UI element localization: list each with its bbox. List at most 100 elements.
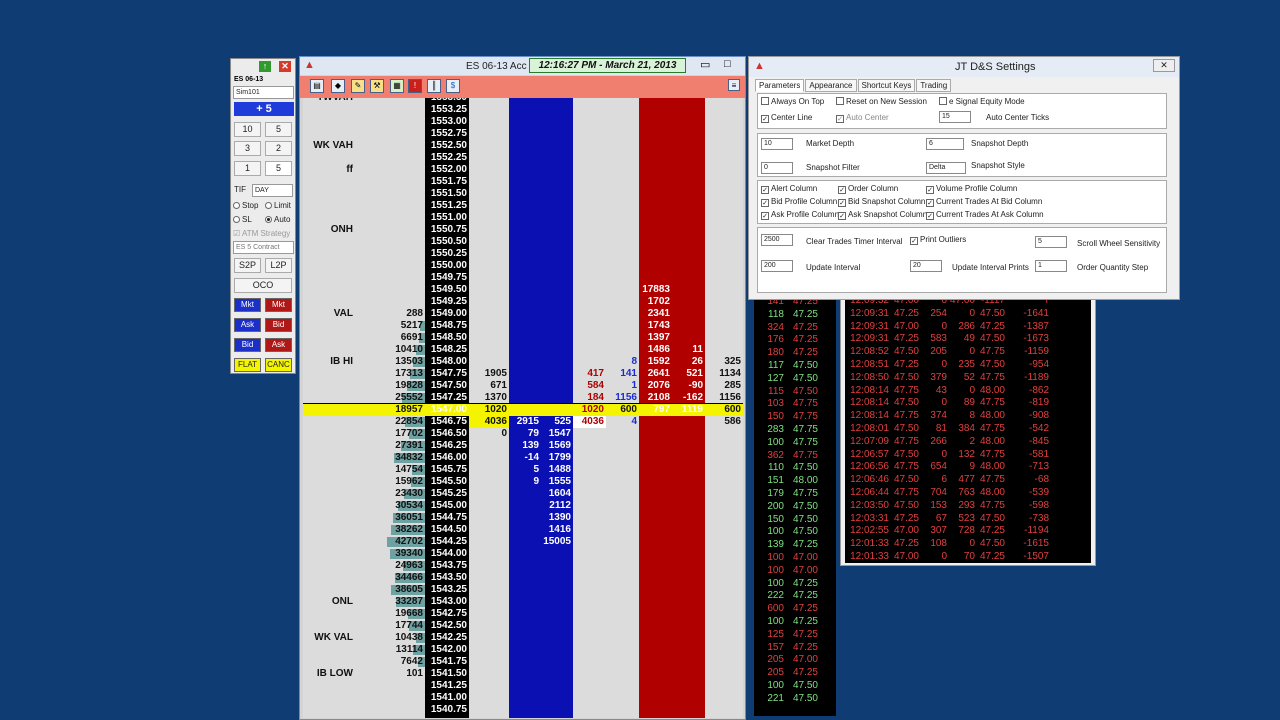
dollar-icon[interactable]: $ bbox=[446, 79, 460, 93]
pin-icon[interactable]: ↑ bbox=[259, 61, 271, 72]
price-cell[interactable]: 1549.25 bbox=[425, 296, 469, 308]
auto-radio[interactable]: Auto bbox=[265, 215, 290, 224]
esignal-checkbox[interactable]: e Signal Equity Mode bbox=[939, 97, 1025, 106]
ladder-row[interactable]: 36051 1544.75 1390 bbox=[303, 512, 743, 524]
auto-center-ticks-input[interactable]: 15 bbox=[939, 111, 971, 123]
price-cell[interactable]: 1542.25 bbox=[425, 632, 469, 644]
close-icon[interactable]: ✕ bbox=[1153, 59, 1175, 72]
price-cell[interactable]: 1545.50 bbox=[425, 476, 469, 488]
bid-cell[interactable]: 1569 bbox=[541, 440, 573, 452]
price-cell[interactable]: 1541.50 bbox=[425, 668, 469, 680]
bid-snapshot-checkbox[interactable]: ✓ Bid Snapshot Column bbox=[838, 197, 925, 207]
scroll-sensitivity-input[interactable]: 5 bbox=[1035, 236, 1067, 248]
buy-market-button[interactable]: Mkt bbox=[234, 298, 261, 312]
clear-timer-input[interactable]: 2500 bbox=[761, 234, 793, 246]
ladder-row[interactable]: 6691 1548.50 1397 bbox=[303, 332, 743, 344]
ladder-row[interactable]: 15962 1545.50 9 1555 bbox=[303, 476, 743, 488]
ladder-row[interactable]: 34832 1546.00 -14 1799 bbox=[303, 452, 743, 464]
ask-cell[interactable]: 1702 bbox=[639, 296, 672, 308]
tab-trading[interactable]: Trading bbox=[916, 79, 952, 92]
ladder-row[interactable]: 13114 1542.00 bbox=[303, 644, 743, 656]
ladder-row[interactable]: ff 1552.00 bbox=[303, 164, 743, 176]
qty-button-1[interactable]: 1 bbox=[234, 161, 261, 176]
price-cell[interactable]: 1543.25 bbox=[425, 584, 469, 596]
order-column-checkbox[interactable]: ✓ Order Column bbox=[838, 184, 898, 194]
limit-radio[interactable]: Limit bbox=[265, 201, 291, 210]
ladder-row[interactable]: 1549.75 bbox=[303, 272, 743, 284]
bid-cell[interactable]: 1488 bbox=[541, 464, 573, 476]
price-cell[interactable]: 1545.00 bbox=[425, 500, 469, 512]
ladder-row[interactable]: 1551.25 bbox=[303, 200, 743, 212]
ladder-row[interactable]: ONL 33287 1543.00 bbox=[303, 596, 743, 608]
price-cell[interactable]: 1552.25 bbox=[425, 152, 469, 164]
ladder-row[interactable]: 18957 1547.00 1020 1020 600 797 1119 600 bbox=[303, 404, 743, 416]
ladder-row[interactable]: 19828 1547.50 671 584 1 2076 -90 285 bbox=[303, 380, 743, 392]
bid-cell[interactable]: 15005 bbox=[541, 536, 573, 548]
price-cell[interactable]: 1546.00 bbox=[425, 452, 469, 464]
print-outliers-checkbox[interactable]: ✓ Print Outliers bbox=[910, 235, 966, 245]
price-cell[interactable]: 1541.75 bbox=[425, 656, 469, 668]
ladder-row[interactable]: 39340 1544.00 bbox=[303, 548, 743, 560]
time-and-sales-right[interactable]: 12:09:32 47.00 0 47.00 -1117 r 12:09:31 47.25 25… bbox=[845, 295, 1091, 563]
snapshot-filter-input[interactable]: 0 bbox=[761, 162, 793, 174]
reset-session-checkbox[interactable]: Reset on New Session bbox=[836, 97, 927, 106]
bid-cell[interactable]: 1416 bbox=[541, 524, 573, 536]
price-cell[interactable]: 1547.50 bbox=[425, 380, 469, 392]
update-prints-input[interactable]: 20 bbox=[910, 260, 942, 272]
ladder-row[interactable]: 1552.75 bbox=[303, 128, 743, 140]
stop-radio[interactable]: Stop bbox=[233, 201, 258, 210]
tif-select[interactable]: DAY bbox=[252, 184, 293, 197]
ladder-row[interactable]: 38605 1543.25 bbox=[303, 584, 743, 596]
chart-icon[interactable]: ▦ bbox=[390, 79, 404, 93]
price-cell[interactable]: 1541.00 bbox=[425, 692, 469, 704]
price-cell[interactable]: 1549.00 bbox=[425, 308, 469, 320]
price-cell[interactable]: 1551.00 bbox=[425, 212, 469, 224]
bid-cell[interactable]: 1555 bbox=[541, 476, 573, 488]
minimize-icon[interactable]: ▭ bbox=[700, 58, 710, 71]
price-cell[interactable]: 1548.50 bbox=[425, 332, 469, 344]
price-cell[interactable]: 1550.00 bbox=[425, 260, 469, 272]
ask-cell[interactable]: 797 bbox=[639, 404, 672, 416]
account-select[interactable]: Sim101 bbox=[233, 86, 294, 99]
ladder-row[interactable]: 1553.00 bbox=[303, 116, 743, 128]
auto-center-checkbox[interactable]: ✓ Auto Center bbox=[836, 113, 889, 123]
snapshot-depth-input[interactable]: 6 bbox=[926, 138, 964, 150]
ladder-row[interactable]: 42702 1544.25 15005 bbox=[303, 536, 743, 548]
price-cell[interactable]: 1546.50 bbox=[425, 428, 469, 440]
ladder-row[interactable]: 38262 1544.50 1416 bbox=[303, 524, 743, 536]
ladder-row[interactable]: 1540.75 bbox=[303, 704, 743, 716]
quantity-input[interactable]: 5 bbox=[265, 161, 292, 176]
update-interval-input[interactable]: 200 bbox=[761, 260, 793, 272]
price-cell[interactable]: 1551.50 bbox=[425, 188, 469, 200]
bid-cell[interactable]: 525 bbox=[541, 416, 573, 428]
edit-icon[interactable]: ✎ bbox=[351, 79, 365, 93]
ladder-row[interactable]: 1551.75 bbox=[303, 176, 743, 188]
ask-cell[interactable]: 2076 bbox=[639, 380, 672, 392]
price-cell[interactable]: 1552.50 bbox=[425, 140, 469, 152]
ladder-row[interactable]: 10410 1548.25 1486 11 bbox=[303, 344, 743, 356]
price-cell[interactable]: 1542.75 bbox=[425, 608, 469, 620]
price-cell[interactable]: 1548.25 bbox=[425, 344, 469, 356]
price-cell[interactable]: 1541.25 bbox=[425, 680, 469, 692]
ladder-row[interactable]: 7642 1541.75 bbox=[303, 656, 743, 668]
time-and-sales-left[interactable]: 141 47.25 118 47.25 324 47.25 176 47.25 180 47.25… bbox=[754, 296, 836, 716]
price-cell[interactable]: 1543.50 bbox=[425, 572, 469, 584]
shield-icon[interactable]: ◆ bbox=[331, 79, 345, 93]
price-ladder[interactable]: TWVAH1553.501553.251553.001552.75WK VAH1… bbox=[303, 98, 743, 718]
maximize-icon[interactable]: □ bbox=[724, 58, 731, 70]
price-cell[interactable]: 1553.00 bbox=[425, 116, 469, 128]
l2p-button[interactable]: L2P bbox=[265, 258, 292, 273]
s2p-button[interactable]: S2P bbox=[234, 258, 261, 273]
price-cell[interactable]: 1551.75 bbox=[425, 176, 469, 188]
tab-appearance[interactable]: Appearance bbox=[805, 79, 857, 92]
alert-column-checkbox[interactable]: ✓ Alert Column bbox=[761, 184, 817, 194]
qty-step-input[interactable]: 1 bbox=[1035, 260, 1067, 272]
price-cell[interactable]: 1544.00 bbox=[425, 548, 469, 560]
ask-profile-checkbox[interactable]: ✓ Ask Profile Column bbox=[761, 210, 839, 220]
price-cell[interactable]: 1547.75 bbox=[425, 368, 469, 380]
price-cell[interactable]: 1553.25 bbox=[425, 104, 469, 116]
sl-radio[interactable]: SL bbox=[233, 215, 252, 224]
price-cell[interactable]: 1545.25 bbox=[425, 488, 469, 500]
always-on-top-checkbox[interactable]: Always On Top bbox=[761, 97, 824, 106]
ladder-row[interactable]: IB HI 13503 1548.00 8 1592 26 325 bbox=[303, 356, 743, 368]
